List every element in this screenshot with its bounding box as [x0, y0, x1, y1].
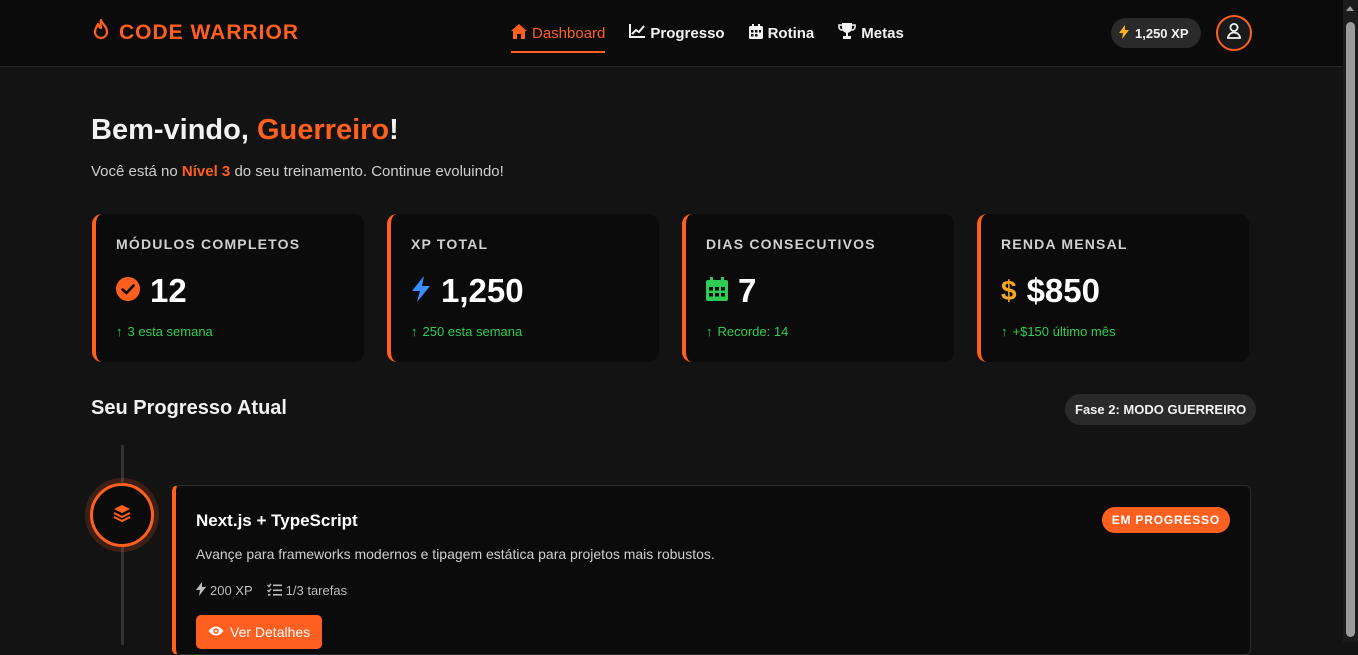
stat-trend: ↑ 250 esta semana: [411, 324, 659, 339]
nav-label: Metas: [861, 24, 904, 42]
bolt-icon: [196, 582, 206, 599]
page-title: Bem-vindo, Guerreiro!: [91, 114, 399, 147]
stat-label: MÓDULOS COMPLETOS: [116, 236, 301, 252]
section-title: Seu Progresso Atual: [91, 397, 287, 419]
arrow-up-icon: ↑: [116, 324, 123, 339]
timeline-node: [90, 483, 154, 547]
status-badge: EM PROGRESSO: [1101, 507, 1230, 533]
calendar-icon: [706, 276, 728, 306]
stat-label: RENDA MENSAL: [1001, 236, 1128, 252]
trophy-icon: [838, 23, 857, 43]
stat-label: XP TOTAL: [411, 236, 489, 252]
arrow-up-icon: ↑: [1001, 324, 1008, 339]
stat-trend-text: 3 esta semana: [127, 324, 213, 339]
stat-value: $850: [1026, 272, 1100, 309]
greeting-text: Bem-vindo,: [91, 114, 257, 146]
view-details-button[interactable]: Ver Detalhes: [196, 615, 323, 649]
user-icon: [1227, 22, 1241, 44]
module-card: Next.js + TypeScript EM PROGRESSO Avançe…: [172, 485, 1251, 655]
nav-rotina[interactable]: Rotina: [748, 0, 815, 66]
arrow-up-icon: ↑: [411, 324, 418, 339]
arrow-up-icon: ↑: [706, 324, 713, 339]
xp-counter: 1,250 XP: [1111, 18, 1201, 48]
brand-name: CODE WARRIOR: [119, 20, 299, 44]
module-xp-value: 200 XP: [210, 583, 253, 598]
nav-dashboard[interactable]: Dashboard: [511, 0, 606, 66]
check-circle-icon: [116, 276, 140, 306]
button-label: Ver Detalhes: [230, 624, 311, 640]
subtitle-text-end: do seu treinamento. Continue evoluindo!: [230, 163, 504, 180]
nav-progresso[interactable]: Progresso: [629, 0, 725, 66]
stat-trend-text: 250 esta semana: [422, 324, 523, 339]
stat-label: DIAS CONSECUTIVOS: [706, 236, 876, 252]
module-tasks-value: 1/3 tarefas: [285, 583, 348, 598]
nav-metas[interactable]: Metas: [838, 0, 904, 66]
dollar-icon: $: [1001, 275, 1017, 306]
scroll-up-icon[interactable]: [1346, 6, 1354, 11]
user-avatar[interactable]: [1216, 15, 1252, 51]
home-icon: [511, 23, 527, 43]
calendar-icon: [748, 23, 763, 43]
chart-line-icon: [629, 24, 646, 42]
stat-trend: ↑ Recorde: 14: [706, 324, 954, 339]
top-navigation-bar: CODE WARRIOR Dashboard Progresso Rotina …: [0, 0, 1343, 67]
welcome-subtitle: Você está no Nível 3 do seu treinamento.…: [91, 163, 504, 180]
stat-trend: ↑ +$150 último mês: [1001, 324, 1249, 339]
flame-icon: [91, 18, 111, 46]
module-description: Avançe para frameworks modernos e tipage…: [196, 546, 715, 562]
stat-card-modulos: MÓDULOS COMPLETOS 12 ↑ 3 esta semana: [92, 214, 364, 362]
bolt-icon: [411, 275, 431, 307]
nav-label: Rotina: [767, 24, 815, 42]
stat-trend: ↑ 3 esta semana: [116, 324, 364, 339]
scroll-thumb[interactable]: [1346, 22, 1355, 637]
stat-card-dias: DIAS CONSECUTIVOS 7 ↑ Recorde: 14: [682, 214, 954, 362]
stat-card-renda: RENDA MENSAL $ $850 ↑ +$150 último mês: [977, 214, 1249, 362]
bolt-icon: [1119, 24, 1129, 42]
level-highlight: Nível 3: [181, 163, 231, 180]
page-scrollbar[interactable]: [1343, 0, 1358, 642]
nav-label: Dashboard: [532, 24, 606, 42]
task-list-icon: [266, 582, 282, 599]
eye-icon: [208, 624, 224, 640]
stat-value: 1,250: [441, 272, 524, 309]
module-meta: 200 XP 1/3 tarefas: [196, 582, 347, 599]
stat-trend-text: Recorde: 14: [717, 324, 789, 339]
module-xp: 200 XP: [196, 582, 253, 599]
subtitle-text: Você está no: [91, 163, 182, 180]
nav-label: Progresso: [650, 24, 725, 42]
greeting-exclaim: !: [389, 114, 399, 146]
stat-value: 12: [150, 272, 187, 309]
module-title: Next.js + TypeScript: [196, 511, 358, 530]
stat-trend-text: +$150 último mês: [1012, 324, 1116, 339]
user-name: Guerreiro: [256, 114, 390, 146]
main-nav: Dashboard Progresso Rotina Metas: [511, 0, 904, 66]
xp-value: 1,250 XP: [1135, 25, 1189, 41]
module-tasks: 1/3 tarefas: [266, 582, 348, 599]
brand-logo[interactable]: CODE WARRIOR: [91, 18, 299, 46]
phase-badge: Fase 2: MODO GUERREIRO: [1065, 394, 1257, 425]
stat-value: 7: [738, 272, 757, 309]
stat-card-xp: XP TOTAL 1,250 ↑ 250 esta semana: [387, 214, 659, 362]
layers-icon: [113, 504, 131, 527]
